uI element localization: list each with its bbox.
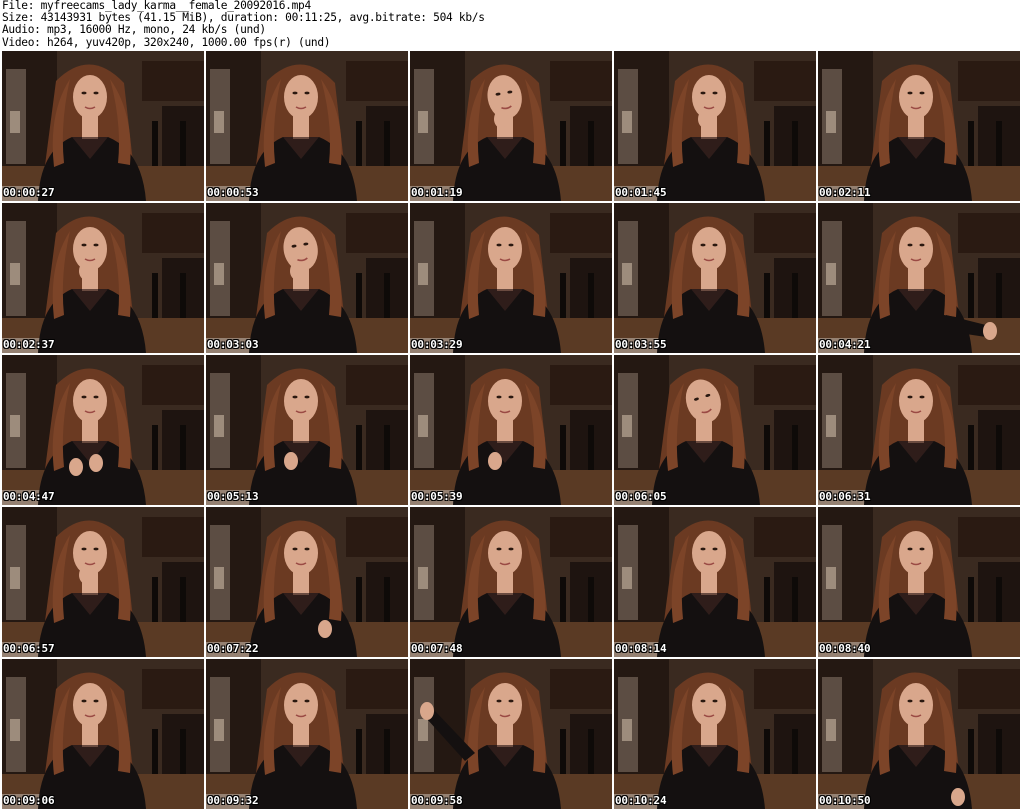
thumbnail-frame: 00:06:05 (614, 355, 816, 505)
frame-image (2, 51, 204, 201)
frame-timestamp: 00:02:37 (3, 338, 55, 351)
file-info-header: File: myfreecams_lady_karma__female_2009… (2, 0, 1022, 50)
thumbnail-frame: 00:09:06 (2, 659, 204, 809)
thumbnail-frame: 00:08:40 (818, 507, 1020, 657)
frame-timestamp: 00:05:39 (411, 490, 463, 503)
frame-timestamp: 00:07:22 (207, 642, 259, 655)
thumbnail-frame: 00:04:47 (2, 355, 204, 505)
thumbnail-frame: 00:06:31 (818, 355, 1020, 505)
frame-image (614, 51, 816, 201)
frame-timestamp: 00:09:58 (411, 794, 463, 807)
frame-image (2, 507, 204, 657)
frame-image (410, 203, 612, 353)
frame-image (206, 51, 408, 201)
frame-timestamp: 00:03:55 (615, 338, 667, 351)
thumbnail-frame: 00:01:19 (410, 51, 612, 201)
frame-timestamp: 00:02:11 (819, 186, 871, 199)
frame-image (818, 507, 1020, 657)
frame-image (818, 203, 1020, 353)
thumbnail-grid: 00:00:27 00:00:53 00:01:19 00:01:45 00:02:11… (2, 51, 1024, 811)
frame-image (206, 659, 408, 809)
thumbnail-frame: 00:00:53 (206, 51, 408, 201)
frame-timestamp: 00:06:31 (819, 490, 871, 503)
frame-timestamp: 00:08:40 (819, 642, 871, 655)
frame-timestamp: 00:06:05 (615, 490, 667, 503)
frame-timestamp: 00:05:13 (207, 490, 259, 503)
frame-timestamp: 00:03:03 (207, 338, 259, 351)
thumbnail-frame: 00:06:57 (2, 507, 204, 657)
thumbnail-frame: 00:05:13 (206, 355, 408, 505)
thumbnail-frame: 00:03:03 (206, 203, 408, 353)
frame-timestamp: 00:03:29 (411, 338, 463, 351)
frame-image (206, 355, 408, 505)
frame-timestamp: 00:01:19 (411, 186, 463, 199)
frame-timestamp: 00:00:53 (207, 186, 259, 199)
thumbnail-frame: 00:01:45 (614, 51, 816, 201)
thumbnail-frame: 00:04:21 (818, 203, 1020, 353)
frame-image (818, 51, 1020, 201)
frame-timestamp: 00:06:57 (3, 642, 55, 655)
frame-timestamp: 00:10:24 (615, 794, 667, 807)
thumbnail-frame: 00:05:39 (410, 355, 612, 505)
frame-image (206, 203, 408, 353)
thumbnail-frame: 00:07:22 (206, 507, 408, 657)
thumbnail-frame: 00:00:27 (2, 51, 204, 201)
frame-image (2, 355, 204, 505)
thumbnail-frame: 00:09:58 (410, 659, 612, 809)
thumbnail-frame: 00:07:48 (410, 507, 612, 657)
thumbnail-frame: 00:02:11 (818, 51, 1020, 201)
frame-image (410, 355, 612, 505)
frame-image (818, 355, 1020, 505)
frame-image (818, 659, 1020, 809)
frame-image (614, 659, 816, 809)
frame-image (410, 507, 612, 657)
frame-image (614, 355, 816, 505)
audio-info-line: Audio: mp3, 16000 Hz, mono, 24 kb/s (und… (2, 23, 266, 37)
frame-timestamp: 00:09:06 (3, 794, 55, 807)
frame-image (614, 203, 816, 353)
frame-timestamp: 00:04:21 (819, 338, 871, 351)
video-info-line: Video: h264, yuv420p, 320x240, 1000.00 f… (2, 35, 331, 49)
thumbnail-frame: 00:09:32 (206, 659, 408, 809)
frame-timestamp: 00:00:27 (3, 186, 55, 199)
frame-image (614, 507, 816, 657)
thumbnail-frame: 00:10:50 (818, 659, 1020, 809)
thumbnail-frame: 00:03:29 (410, 203, 612, 353)
frame-image (2, 659, 204, 809)
frame-image (410, 659, 612, 809)
thumbnail-frame: 00:10:24 (614, 659, 816, 809)
frame-image (206, 507, 408, 657)
frame-timestamp: 00:08:14 (615, 642, 667, 655)
frame-image (2, 203, 204, 353)
frame-timestamp: 00:10:50 (819, 794, 871, 807)
thumbnail-frame: 00:08:14 (614, 507, 816, 657)
frame-timestamp: 00:09:32 (207, 794, 259, 807)
frame-timestamp: 00:07:48 (411, 642, 463, 655)
frame-timestamp: 00:01:45 (615, 186, 667, 199)
thumbnail-frame: 00:02:37 (2, 203, 204, 353)
frame-image (410, 51, 612, 201)
thumbnail-frame: 00:03:55 (614, 203, 816, 353)
frame-timestamp: 00:04:47 (3, 490, 55, 503)
